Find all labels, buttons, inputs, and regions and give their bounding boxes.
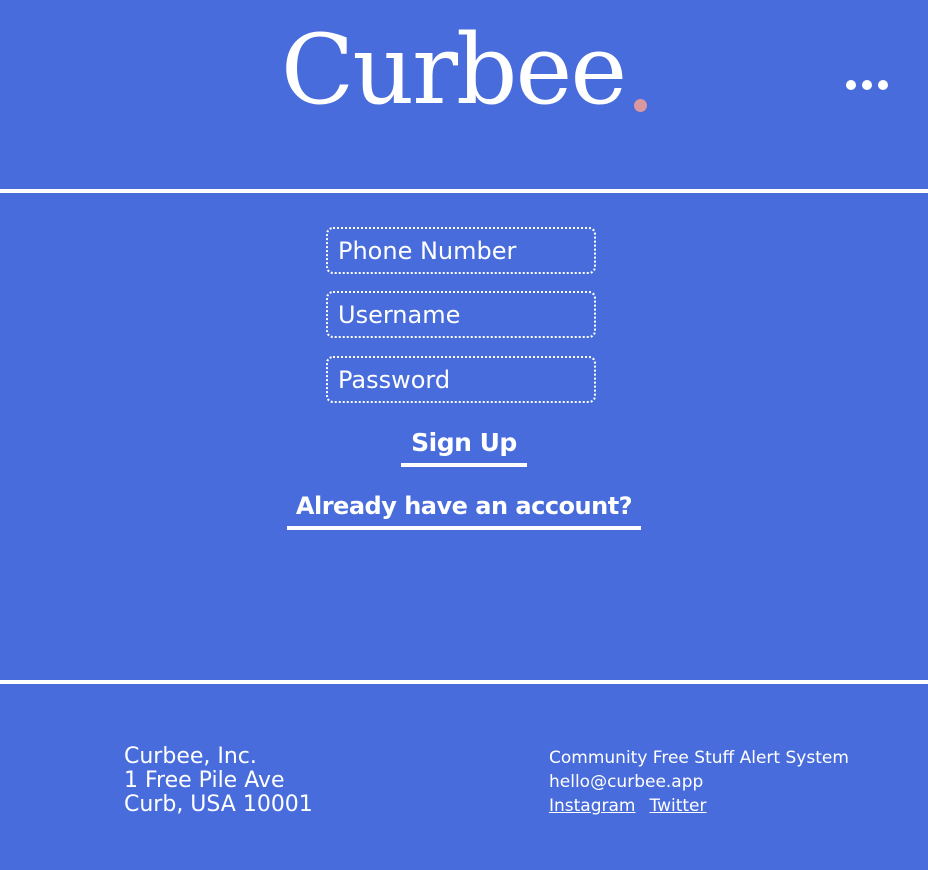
site-header: Curbee (0, 0, 928, 189)
twitter-link[interactable]: Twitter (650, 796, 707, 816)
logo-wordmark: Curbee (281, 22, 648, 118)
tagline: Community Free Stuff Alert System (549, 748, 849, 768)
contact-email[interactable]: hello@curbee.app (549, 770, 849, 794)
address-line: 1 Free Pile Ave (124, 768, 285, 793)
logo-text: Curbee (280, 14, 627, 126)
signup-button[interactable]: Sign Up (401, 428, 527, 467)
company-name: Curbee, Inc. (124, 744, 257, 769)
header-divider (0, 189, 928, 193)
logo-dot (634, 99, 648, 112)
menu-dot (878, 80, 888, 90)
login-link[interactable]: Already have an account? (286, 492, 642, 530)
logo[interactable]: Curbee (0, 22, 928, 118)
instagram-link[interactable]: Instagram (549, 796, 636, 816)
company-address: Curbee, Inc. 1 Free Pile Ave Curb, USA 1… (124, 745, 313, 817)
footer-info: Community Free Stuff Alert System hello@… (549, 746, 849, 818)
password-input[interactable] (326, 356, 596, 403)
phone-number-input[interactable] (326, 227, 596, 274)
login-link-wrap: Already have an account? (0, 492, 928, 530)
username-input[interactable] (326, 291, 596, 338)
more-menu-icon[interactable] (846, 76, 888, 94)
address-line: Curb, USA 10001 (124, 792, 313, 817)
menu-dot (846, 80, 856, 90)
menu-dot (862, 80, 872, 90)
social-links: Instagram Twitter (549, 794, 849, 818)
footer-divider (0, 680, 928, 684)
signup-button-wrap: Sign Up (0, 428, 928, 467)
